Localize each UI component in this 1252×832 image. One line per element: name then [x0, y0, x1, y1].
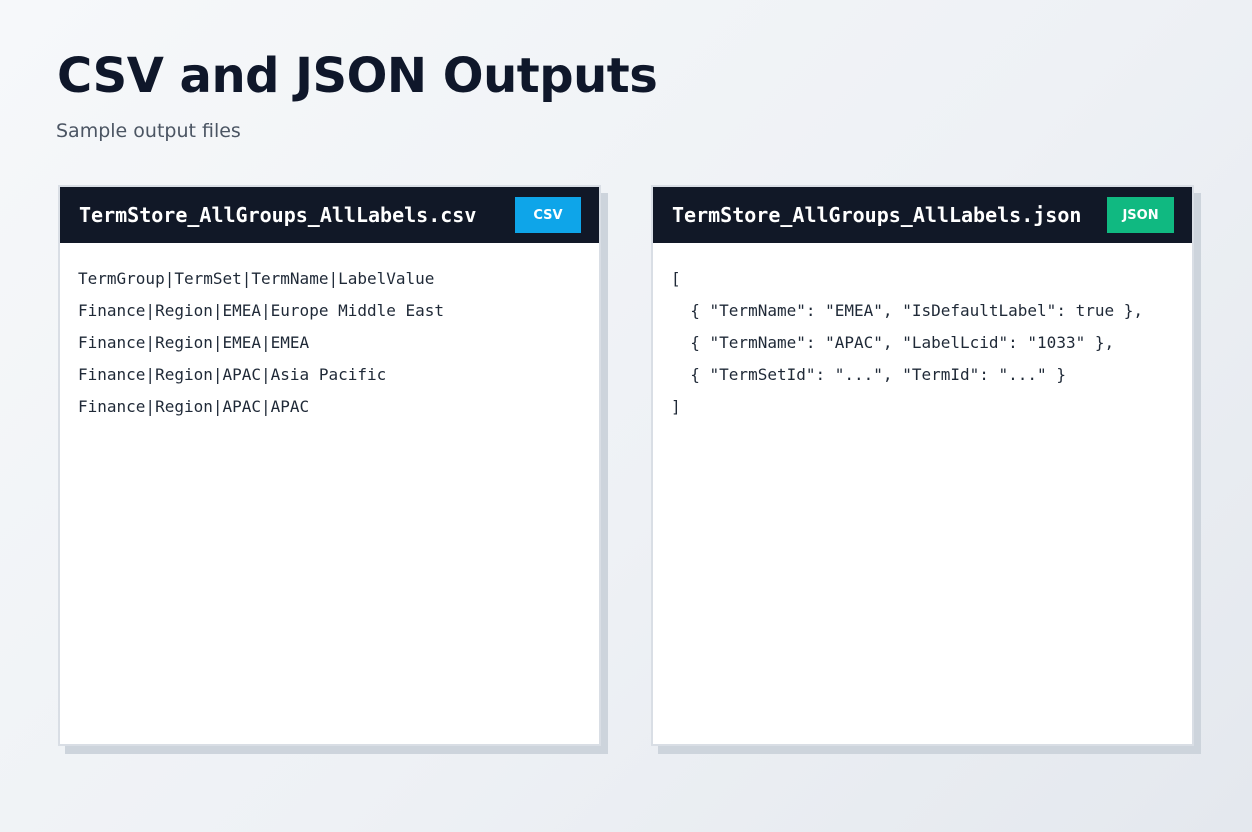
json-panel-header: TermStore_AllGroups_AllLabels.json JSON [653, 187, 1192, 243]
csv-content: TermGroup|TermSet|TermName|LabelValue Fi… [60, 243, 599, 443]
json-filename: TermStore_AllGroups_AllLabels.json [672, 203, 1082, 227]
csv-output-panel: TermStore_AllGroups_AllLabels.csv CSV Te… [58, 185, 601, 746]
json-line: { "TermSetId": "...", "TermId": "..." } [671, 365, 1066, 384]
csv-filename: TermStore_AllGroups_AllLabels.csv [79, 203, 477, 227]
csv-line: Finance|Region|APAC|APAC [78, 397, 310, 416]
json-line: { "TermName": "EMEA", "IsDefaultLabel": … [671, 301, 1144, 320]
csv-line: TermGroup|TermSet|TermName|LabelValue [78, 269, 435, 288]
csv-line: Finance|Region|APAC|Asia Pacific [78, 365, 387, 384]
page-subtitle: Sample output files [56, 120, 241, 142]
csv-line: Finance|Region|EMEA|EMEA [78, 333, 310, 352]
json-line: { "TermName": "APAC", "LabelLcid": "1033… [671, 333, 1115, 352]
json-content: [ { "TermName": "EMEA", "IsDefaultLabel"… [653, 243, 1192, 443]
csv-panel-header: TermStore_AllGroups_AllLabels.csv CSV [60, 187, 599, 243]
csv-badge: CSV [515, 197, 581, 233]
json-badge: JSON [1107, 197, 1174, 233]
json-line: ] [671, 397, 681, 416]
json-output-panel: TermStore_AllGroups_AllLabels.json JSON … [651, 185, 1194, 746]
json-line: [ [671, 269, 681, 288]
page-title: CSV and JSON Outputs [57, 48, 658, 104]
csv-line: Finance|Region|EMEA|Europe Middle East [78, 301, 445, 320]
